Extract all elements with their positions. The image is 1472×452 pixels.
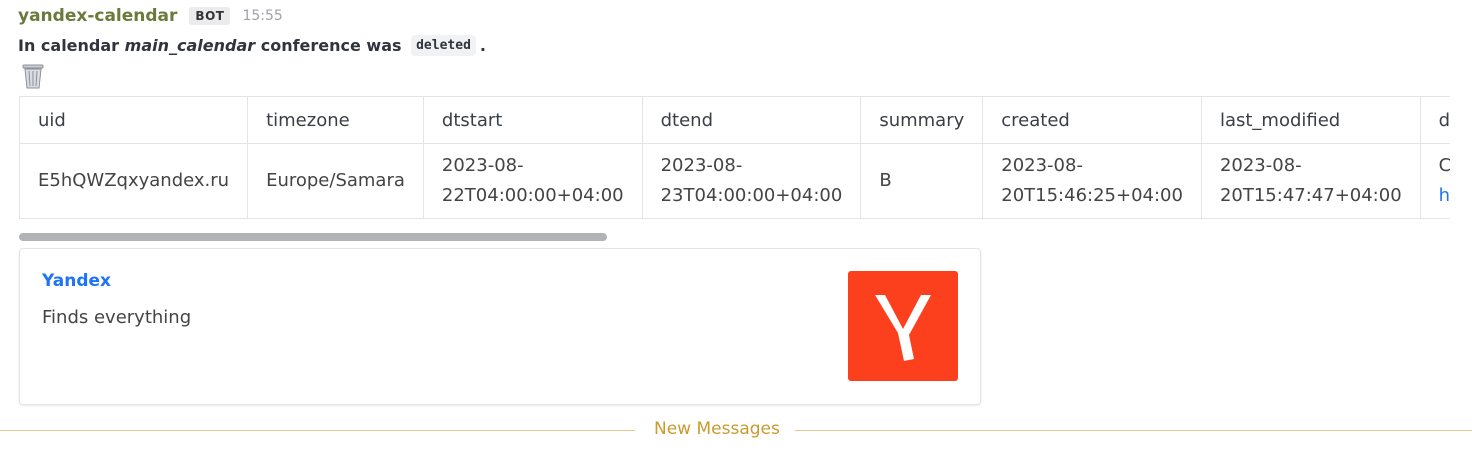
- divider-line-right: [795, 430, 1472, 431]
- cell-summary: B: [860, 143, 984, 219]
- wastebasket-icon: [18, 60, 48, 90]
- cell-dtstart-line2: 22T04:00:00+04:00: [441, 185, 624, 206]
- table-row: E5hQWZqxyandex.ru Europe/Samara 2023-08-…: [19, 143, 1450, 219]
- cell-last-modified-line2: 20T15:47:47+04:00: [1219, 185, 1402, 206]
- link-preview-title[interactable]: Yandex: [42, 271, 111, 291]
- message-text: In calendar main_calendar conference was…: [18, 32, 486, 58]
- table-horizontal-scrollbar[interactable]: [19, 233, 607, 241]
- divider-line-left: [0, 430, 635, 431]
- cell-dtend-line2: 23T04:00:00+04:00: [660, 185, 843, 206]
- cell-description-line1: Ссылка: [1438, 155, 1450, 176]
- header-dtend: dtend: [641, 96, 862, 144]
- cell-dtend-line1: 2023-08-: [660, 155, 743, 176]
- new-messages-divider: New Messages: [0, 419, 1472, 441]
- cell-uid: E5hQWZqxyandex.ru: [19, 143, 249, 219]
- description-link[interactable]: https:/: [1439, 185, 1450, 206]
- header-uid: uid: [19, 96, 249, 144]
- header-dtstart: dtstart: [422, 96, 643, 144]
- new-messages-label: New Messages: [654, 419, 780, 439]
- cell-dtstart-line1: 2023-08-: [441, 155, 524, 176]
- bot-badge: BOT: [189, 7, 231, 25]
- calendar-name: main_calendar: [124, 35, 256, 55]
- cell-dtend: 2023-08- 23T04:00:00+04:00: [641, 143, 862, 219]
- text-middle: conference was: [255, 35, 408, 55]
- cell-created: 2023-08- 20T15:46:25+04:00: [982, 143, 1202, 219]
- cell-timezone: Europe/Samara: [247, 143, 424, 219]
- header-created: created: [982, 96, 1202, 144]
- header-timezone: timezone: [247, 96, 424, 144]
- header-last-modified: last_modified: [1200, 96, 1421, 144]
- event-table: uid timezone dtstart dtend summary creat…: [19, 96, 1450, 219]
- table-header-row: uid timezone dtstart dtend summary creat…: [19, 96, 1450, 144]
- status-code: deleted: [411, 34, 476, 56]
- cell-created-line2: 20T15:46:25+04:00: [1001, 185, 1183, 206]
- yandex-logo-icon[interactable]: [848, 271, 958, 381]
- cell-description: Ссылка https:/: [1419, 143, 1450, 219]
- link-preview-card[interactable]: Yandex Finds everything: [19, 248, 981, 405]
- event-table-container[interactable]: uid timezone dtstart dtend summary creat…: [19, 96, 1450, 220]
- text-suffix: .: [479, 35, 486, 55]
- cell-dtstart: 2023-08- 22T04:00:00+04:00: [422, 143, 643, 219]
- cell-last-modified-line1: 2023-08-: [1219, 155, 1302, 176]
- cell-last-modified: 2023-08- 20T15:47:47+04:00: [1200, 143, 1421, 219]
- text-prefix: In calendar: [18, 35, 125, 55]
- link-preview-description: Finds everything: [42, 307, 192, 328]
- message-time[interactable]: 15:55: [242, 8, 282, 24]
- header-description: descrip: [1419, 96, 1450, 144]
- header-summary: summary: [860, 96, 984, 144]
- cell-created-line1: 2023-08-: [1001, 155, 1083, 176]
- message-header: yandex-calendar BOT 15:55: [18, 4, 283, 28]
- sender-name[interactable]: yandex-calendar: [18, 6, 177, 26]
